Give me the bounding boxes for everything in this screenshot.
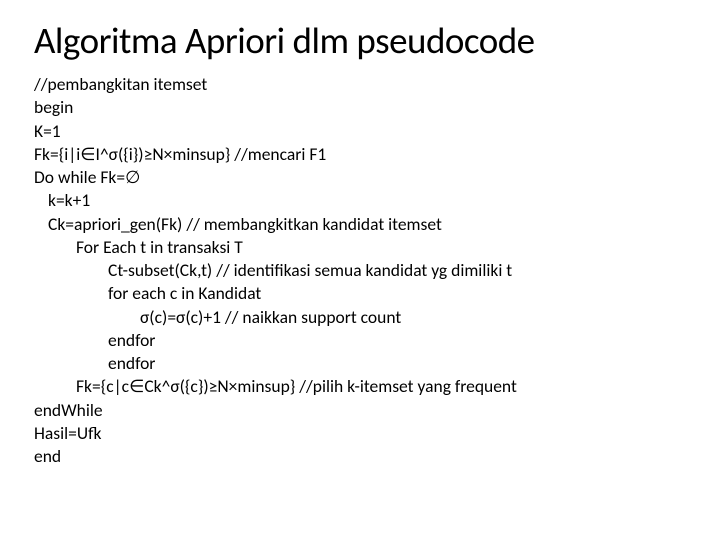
code-line: Ct-subset(Ck,t) // identifikasi semua ka… xyxy=(34,259,692,282)
code-line: k=k+1 xyxy=(34,189,692,212)
pseudocode-block: //pembangkitan itemsetbeginK=1Fk={i|i∈I^… xyxy=(34,73,692,469)
code-line: endfor xyxy=(34,329,692,352)
code-line: Ck=apriori_gen(Fk) // membangkitkan kand… xyxy=(34,213,692,236)
code-line: //pembangkitan itemset xyxy=(34,73,692,96)
code-line: σ(c)=σ(c)+1 // naikkan support count xyxy=(34,306,692,329)
code-line: endfor xyxy=(34,352,692,375)
page-title: Algoritma Apriori dlm pseudocode xyxy=(34,18,692,63)
code-line: For Each t in transaksi T xyxy=(34,236,692,259)
code-line: Fk={i|i∈I^σ({i})≥N×minsup} //mencari F1 xyxy=(34,143,692,166)
code-line: for each c in Kandidat xyxy=(34,282,692,305)
code-line: end xyxy=(34,445,692,468)
code-line: K=1 xyxy=(34,120,692,143)
code-line: Fk={c|c∈Ck^σ({c})≥N×minsup} //pilih k-it… xyxy=(34,375,692,398)
slide: Algoritma Apriori dlm pseudocode //pemba… xyxy=(0,0,720,540)
code-line: begin xyxy=(34,96,692,119)
code-line: Hasil=Ufk xyxy=(34,422,692,445)
code-line: Do while Fk=∅ xyxy=(34,166,692,189)
code-line: endWhile xyxy=(34,399,692,422)
